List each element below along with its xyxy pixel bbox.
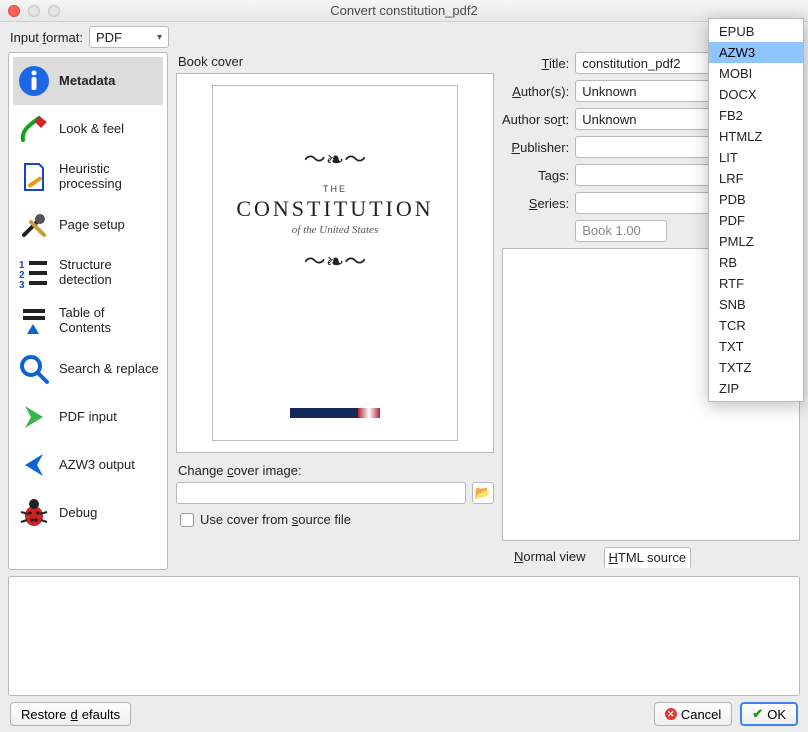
- dropdown-option[interactable]: AZW3: [709, 42, 803, 63]
- cover-subtitle: of the United States: [292, 224, 378, 236]
- sidebar-item-label: Metadata: [59, 74, 115, 89]
- bottom-bar: Restore defaults ✕ Cancel ✔ OK: [0, 696, 808, 732]
- sidebar-item-label: AZW3 output: [59, 458, 135, 473]
- cover-file-input[interactable]: [176, 482, 466, 504]
- restore-defaults-button[interactable]: Restore defaults: [10, 702, 131, 726]
- arrow-right-green-icon: [17, 400, 51, 434]
- cover-title: CONSTITUTION: [236, 196, 433, 222]
- sidebar-item-page-setup[interactable]: Page setup: [13, 201, 163, 249]
- sidebar-item-heuristic[interactable]: Heuristic processing: [13, 153, 163, 201]
- dropdown-option[interactable]: MOBI: [709, 63, 803, 84]
- dropdown-option[interactable]: LRF: [709, 168, 803, 189]
- sidebar-item-label: Look & feel: [59, 122, 124, 137]
- tab-normal-view[interactable]: Normal view: [510, 547, 590, 568]
- series-label: Series:: [502, 192, 569, 214]
- check-icon: ✔: [752, 706, 763, 722]
- sidebar-item-label: Search & replace: [59, 362, 159, 377]
- dropdown-option[interactable]: HTMLZ: [709, 126, 803, 147]
- sidebar-item-azw3-output[interactable]: AZW3 output: [13, 441, 163, 489]
- dropdown-option[interactable]: PDB: [709, 189, 803, 210]
- window-title: Convert constitution_pdf2: [0, 3, 808, 18]
- section-list[interactable]: Metadata Look & feel Heuristic processin…: [8, 52, 168, 570]
- author-sort-label: Author sort:: [502, 108, 569, 130]
- change-cover-label: Change cover image:: [178, 463, 494, 478]
- cover-image: 〜❧〜 THE CONSTITUTION of the United State…: [212, 85, 458, 441]
- dropdown-option[interactable]: DOCX: [709, 84, 803, 105]
- cover-preview: 〜❧〜 THE CONSTITUTION of the United State…: [176, 73, 494, 453]
- sidebar-item-label: Debug: [59, 506, 97, 521]
- input-format-value: PDF: [96, 30, 122, 45]
- sidebar-item-label: Structure detection: [59, 258, 159, 288]
- dropdown-option[interactable]: PDF: [709, 210, 803, 231]
- tab-html-source[interactable]: HTML source: [604, 547, 692, 568]
- sidebar-item-toc[interactable]: Table of Contents: [13, 297, 163, 345]
- titlebar: Convert constitution_pdf2: [0, 0, 808, 22]
- use-cover-label: Use cover from source file: [200, 512, 351, 527]
- author-label: Author(s):: [502, 80, 569, 102]
- sidebar-item-label: Table of Contents: [59, 306, 159, 336]
- input-format-combo[interactable]: PDF ▾: [89, 26, 169, 48]
- arrow-left-blue-icon: [17, 448, 51, 482]
- magnifier-icon: [17, 352, 51, 386]
- dropdown-option[interactable]: TCR: [709, 315, 803, 336]
- bug-icon: [17, 496, 51, 530]
- sidebar-item-pdf-input[interactable]: PDF input: [13, 393, 163, 441]
- dropdown-option[interactable]: PMLZ: [709, 231, 803, 252]
- use-cover-checkbox-row[interactable]: Use cover from source file: [180, 512, 494, 527]
- toc-hand-icon: [17, 304, 51, 338]
- dropdown-option[interactable]: SNB: [709, 294, 803, 315]
- dropdown-option[interactable]: ZIP: [709, 378, 803, 399]
- cover-panel: Book cover 〜❧〜 THE CONSTITUTION of the U…: [176, 52, 494, 570]
- cancel-button[interactable]: ✕ Cancel: [654, 702, 732, 726]
- cancel-icon: ✕: [665, 708, 677, 720]
- folder-open-icon: 📂: [475, 485, 491, 501]
- cover-overline: THE: [323, 184, 347, 194]
- open-file-button[interactable]: 📂: [472, 482, 494, 504]
- sidebar-item-structure[interactable]: 123 Structure detection: [13, 249, 163, 297]
- svg-text:3: 3: [19, 280, 25, 290]
- publisher-label: Publisher:: [502, 136, 569, 158]
- preview-tabs: Normal view HTML source: [502, 545, 800, 570]
- sidebar-item-label: Heuristic processing: [59, 162, 159, 192]
- book-cover-label: Book cover: [178, 54, 494, 69]
- paintbrush-icon: [17, 112, 51, 146]
- output-format-dropdown[interactable]: EPUBAZW3MOBIDOCXFB2HTMLZLITLRFPDBPDFPMLZ…: [708, 18, 804, 402]
- input-format-label: Input format:: [10, 30, 83, 45]
- sidebar-item-label: PDF input: [59, 410, 117, 425]
- series-index-stepper[interactable]: Book 1.00: [575, 220, 667, 242]
- chevron-down-icon: ▾: [157, 32, 162, 43]
- flourish-icon: 〜❧〜: [304, 142, 366, 174]
- tags-label: Tags:: [502, 164, 569, 186]
- dropdown-option[interactable]: FB2: [709, 105, 803, 126]
- document-wand-icon: [17, 160, 51, 194]
- dropdown-option[interactable]: TXTZ: [709, 357, 803, 378]
- tools-icon: [17, 208, 51, 242]
- sidebar-item-debug[interactable]: Debug: [13, 489, 163, 537]
- dropdown-option[interactable]: TXT: [709, 336, 803, 357]
- cover-badge-icon: [290, 408, 380, 418]
- dropdown-option[interactable]: RB: [709, 252, 803, 273]
- log-area[interactable]: [8, 576, 800, 696]
- ok-button[interactable]: ✔ OK: [740, 702, 798, 726]
- info-icon: [17, 64, 51, 98]
- dropdown-option[interactable]: LIT: [709, 147, 803, 168]
- sidebar-item-search-replace[interactable]: Search & replace: [13, 345, 163, 393]
- sidebar-item-look-feel[interactable]: Look & feel: [13, 105, 163, 153]
- format-row: Input format: PDF ▾ Output format:: [0, 22, 808, 52]
- dropdown-option[interactable]: RTF: [709, 273, 803, 294]
- dropdown-option[interactable]: EPUB: [709, 21, 803, 42]
- flourish-icon: 〜❧〜: [304, 244, 366, 276]
- sidebar-item-label: Page setup: [59, 218, 125, 233]
- numbered-list-icon: 123: [17, 256, 51, 290]
- sidebar-item-metadata[interactable]: Metadata: [13, 57, 163, 105]
- title-label: Title:: [502, 52, 569, 74]
- checkbox-icon[interactable]: [180, 513, 194, 527]
